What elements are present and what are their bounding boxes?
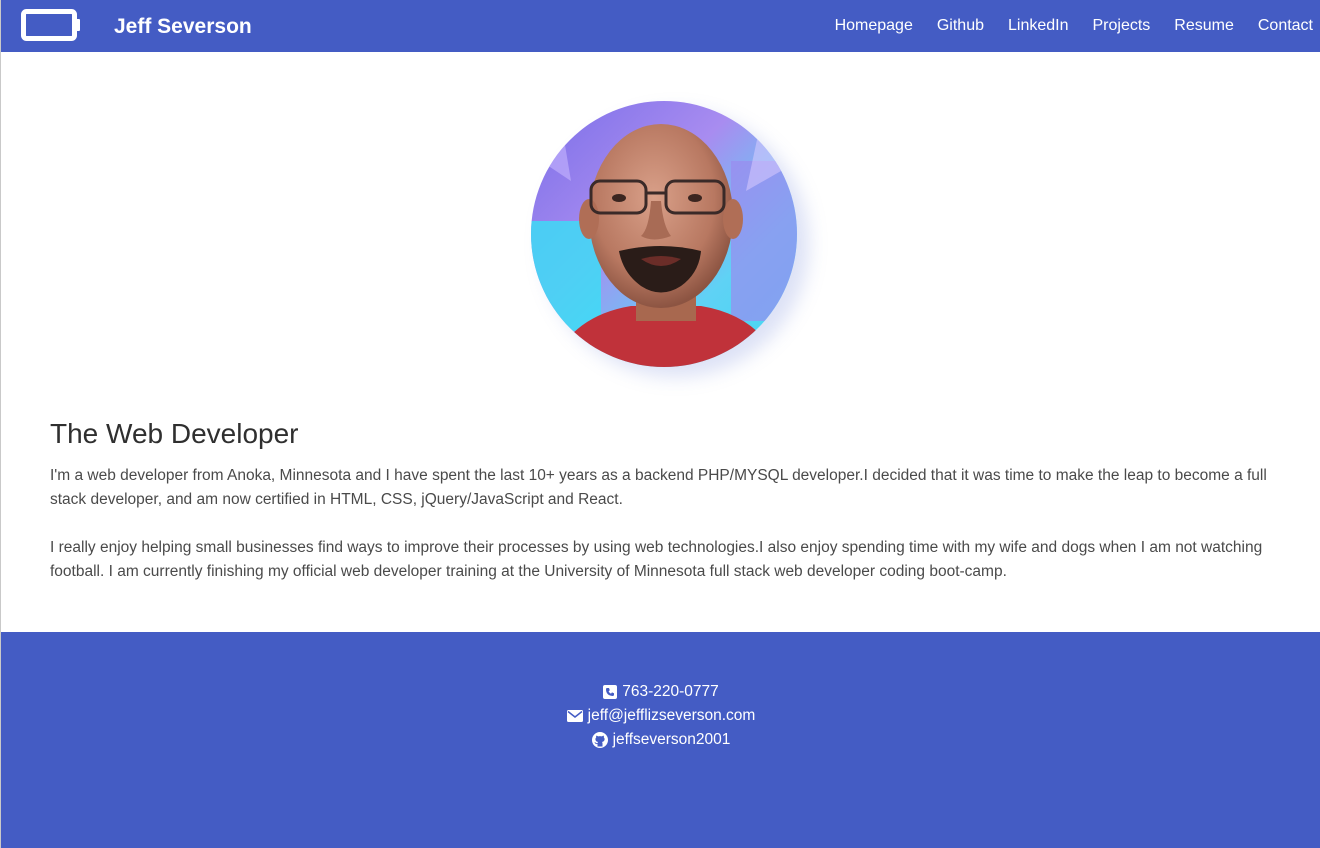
nav-link-contact[interactable]: Contact bbox=[1258, 16, 1313, 36]
nav-links: Homepage Github LinkedIn Projects Resume… bbox=[811, 0, 1313, 52]
about-title: The Web Developer bbox=[50, 418, 299, 449]
contact-email[interactable]: jeff@jefflizseverson.com bbox=[1, 704, 1320, 728]
contact-github-text: jeffseverson2001 bbox=[612, 731, 731, 748]
contact-email-text: jeff@jefflizseverson.com bbox=[587, 707, 756, 724]
about-section: The Web Developer I'm a web developer fr… bbox=[50, 416, 1290, 608]
battery-icon[interactable] bbox=[21, 9, 83, 41]
nav-link-resume[interactable]: Resume bbox=[1174, 16, 1234, 36]
nav-link-linkedin[interactable]: LinkedIn bbox=[1008, 16, 1069, 36]
profile-avatar bbox=[531, 101, 797, 367]
phone-icon bbox=[603, 685, 618, 699]
about-paragraph: I'm a web developer from Anoka, Minnesot… bbox=[50, 467, 1267, 508]
contact-phone[interactable]: 763-220-0777 bbox=[1, 680, 1320, 704]
contact-list: 763-220-0777 jeff@jefflizseverson.com je… bbox=[1, 680, 1320, 752]
nav-link-homepage[interactable]: Homepage bbox=[835, 16, 913, 36]
footer: 763-220-0777 jeff@jefflizseverson.com je… bbox=[1, 632, 1320, 848]
page: Jeff Severson Homepage Github LinkedIn P… bbox=[0, 0, 1320, 848]
brand-name[interactable]: Jeff Severson bbox=[114, 14, 252, 40]
nav-link-github[interactable]: Github bbox=[937, 16, 984, 36]
contact-github[interactable]: jeffseverson2001 bbox=[1, 728, 1320, 752]
about-paragraph: I really enjoy helping small businesses … bbox=[50, 539, 1263, 580]
envelope-icon bbox=[566, 710, 583, 722]
navbar: Jeff Severson Homepage Github LinkedIn P… bbox=[1, 0, 1320, 52]
nav-link-projects[interactable]: Projects bbox=[1092, 16, 1150, 36]
github-icon bbox=[591, 732, 608, 748]
contact-phone-text: 763-220-0777 bbox=[622, 683, 719, 700]
